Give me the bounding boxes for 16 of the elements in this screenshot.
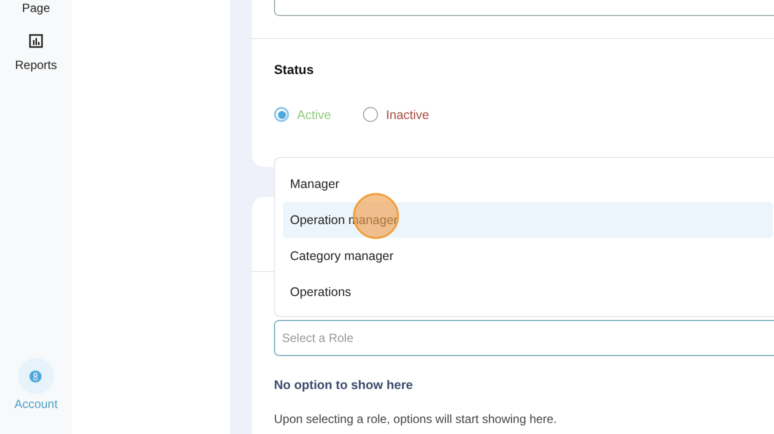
account-icon[interactable] — [18, 358, 54, 394]
section-heading: Status — [274, 62, 315, 77]
radio-label: Active — [297, 108, 332, 122]
empty-text: Upon selecting a role, options will start showing here. — [274, 412, 558, 426]
radio-label: Inactive — [386, 108, 430, 122]
dropdown-option[interactable]: Manager — [283, 166, 773, 202]
dropdown-option[interactable]: Operation manager — [283, 202, 773, 238]
empty-title: No option to show here — [274, 378, 414, 392]
dropdown-option[interactable]: Category manager — [283, 238, 773, 274]
sidebar-item[interactable]: Reports — [14, 58, 58, 72]
role-select[interactable]: Select a Role — [274, 320, 774, 356]
chart-icon — [29, 34, 43, 48]
dropdown-option[interactable]: Operations — [283, 274, 773, 310]
sidebar-item[interactable]: Page — [22, 1, 50, 15]
radio-button[interactable] — [363, 107, 378, 122]
radio-button[interactable] — [274, 107, 289, 122]
